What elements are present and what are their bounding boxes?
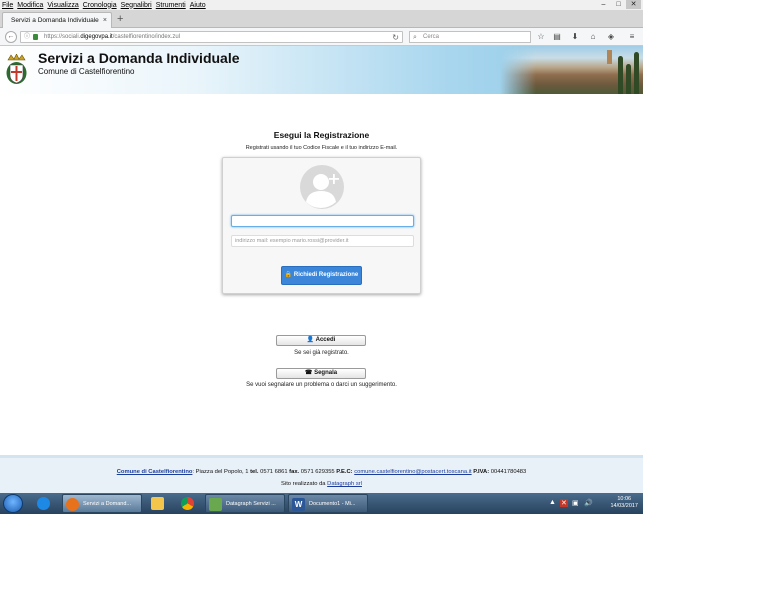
taskbar-label: Datagraph Servizi ... bbox=[226, 501, 276, 507]
windows-taskbar: Servizi a Domand... Datagraph Servizi ..… bbox=[0, 493, 643, 514]
file-explorer-icon[interactable] bbox=[145, 494, 171, 513]
menu-visualizza[interactable]: Visualizza bbox=[45, 2, 80, 9]
pec-link[interactable]: comune.castelfiorentino@postacert.toscan… bbox=[354, 469, 471, 475]
ie-glyph bbox=[37, 497, 50, 510]
menu-bar: File Modifica Visualizza Cronologia Segn… bbox=[0, 0, 643, 10]
word-icon: W bbox=[292, 498, 305, 511]
request-registration-button[interactable]: 🔒 Richiedi Registrazione bbox=[281, 266, 362, 285]
hamburger-menu-icon[interactable]: ≡ bbox=[626, 31, 638, 43]
report-button[interactable]: ☎ Segnala bbox=[276, 368, 366, 379]
footer-credit: Sito realizzato da Datagraph srl bbox=[0, 481, 643, 487]
town-photo bbox=[500, 46, 643, 94]
close-window-button[interactable]: ✕ bbox=[626, 0, 641, 9]
add-user-avatar-icon bbox=[300, 165, 344, 209]
search-icon: ⌕ bbox=[413, 34, 417, 41]
cypress-shape bbox=[634, 52, 639, 94]
firefox-icon bbox=[66, 498, 79, 511]
taskbar-label: Servizi a Domand... bbox=[83, 501, 131, 507]
comune-crest-icon bbox=[6, 54, 27, 84]
menu-strumenti[interactable]: Strumenti bbox=[154, 2, 188, 9]
comune-link[interactable]: Comune di Castelfiorentino bbox=[117, 469, 193, 475]
tab-close-icon[interactable]: × bbox=[103, 13, 107, 28]
home-icon[interactable]: ⌂ bbox=[587, 31, 599, 43]
chrome-glyph bbox=[181, 497, 194, 510]
reload-icon[interactable]: ↻ bbox=[392, 32, 399, 43]
codice-fiscale-input[interactable] bbox=[231, 215, 414, 227]
url-bar[interactable]: ⓘ https://sociali.digegovpa.it/castelfio… bbox=[20, 31, 403, 43]
maximize-button[interactable]: □ bbox=[611, 0, 626, 9]
tab-strip: Servizi a Domanda Individuale × + bbox=[0, 10, 643, 28]
tab-servizi[interactable]: Servizi a Domanda Individuale × bbox=[2, 12, 112, 28]
pec-label: P.E.C: bbox=[336, 469, 353, 475]
piva-label: P.IVA: bbox=[473, 469, 490, 475]
tray-flag-icon[interactable]: ✕ bbox=[560, 499, 568, 507]
fax-value: 0571 629355 bbox=[300, 469, 335, 475]
tab-title: Servizi a Domanda Individuale bbox=[11, 17, 99, 24]
registration-description: Registrati usando il tuo Codice Fiscale … bbox=[245, 145, 398, 151]
site-footer: Comune di Castelfiorentino: Piazza del P… bbox=[0, 455, 643, 493]
registration-card: 🔒 Richiedi Registrazione bbox=[222, 157, 421, 294]
search-placeholder: Cerca bbox=[423, 34, 440, 40]
pocket-icon[interactable]: ◈ bbox=[605, 31, 617, 43]
tray-network-icon[interactable]: ▣ bbox=[572, 499, 579, 507]
cypress-shape bbox=[618, 56, 623, 94]
window-controls: – □ ✕ bbox=[596, 0, 641, 9]
start-button[interactable] bbox=[3, 494, 23, 513]
footer-contacts: Comune di Castelfiorentino: Piazza del P… bbox=[0, 469, 643, 475]
lock-icon bbox=[33, 34, 38, 40]
reading-list-icon[interactable]: ▤ bbox=[551, 31, 563, 43]
bookmark-star-icon[interactable]: ☆ bbox=[535, 31, 547, 43]
internet-explorer-icon[interactable] bbox=[31, 494, 57, 513]
menu-file[interactable]: File bbox=[0, 2, 15, 9]
nav-bar: ← ⓘ https://sociali.digegovpa.it/castelf… bbox=[0, 28, 643, 46]
registration-title: Esegui la Registrazione bbox=[273, 130, 370, 140]
menu-segnalibri[interactable]: Segnalibri bbox=[119, 2, 154, 9]
info-icon[interactable]: ⓘ bbox=[24, 32, 30, 43]
new-tab-button[interactable]: + bbox=[117, 13, 123, 25]
clock-date: 14/03/2017 bbox=[610, 503, 638, 509]
tray-expand-icon[interactable]: ▲ bbox=[549, 499, 556, 506]
login-note: Se sei già registrato. bbox=[294, 350, 349, 356]
email-input[interactable] bbox=[231, 235, 414, 247]
piva-value: 00441780483 bbox=[490, 469, 527, 475]
taskbar-firefox-window[interactable]: Servizi a Domand... bbox=[62, 494, 142, 513]
back-button[interactable]: ← bbox=[5, 31, 17, 43]
site-header: Servizi a Domanda Individuale Comune di … bbox=[0, 46, 643, 94]
site-subtitle: Comune di Castelfiorentino bbox=[38, 67, 135, 76]
taskbar-word-window[interactable]: W Documento1 - Mi... bbox=[288, 494, 368, 513]
menu-modifica[interactable]: Modifica bbox=[15, 2, 45, 9]
menu-aiuto[interactable]: Aiuto bbox=[188, 2, 208, 9]
chrome-icon[interactable] bbox=[175, 494, 201, 513]
tray-volume-icon[interactable]: 🔊 bbox=[584, 499, 593, 507]
footer-address: : Piazza del Popolo, 1 bbox=[192, 469, 249, 475]
site-title: Servizi a Domanda Individuale bbox=[38, 50, 240, 66]
taskbar-datagraph-window[interactable]: Datagraph Servizi ... bbox=[205, 494, 285, 513]
search-bar[interactable]: ⌕ Cerca bbox=[409, 31, 531, 43]
screen: File Modifica Visualizza Cronologia Segn… bbox=[0, 0, 643, 514]
datagraph-link[interactable]: Datagraph srl bbox=[327, 481, 362, 487]
download-icon[interactable]: ⬇ bbox=[569, 31, 581, 43]
cypress-shape bbox=[626, 64, 631, 94]
tower-shape bbox=[607, 50, 612, 64]
system-tray: ▲ ✕ ▣ 🔊 10:06 14/03/2017 bbox=[546, 493, 643, 514]
report-note: Se vuoi segnalare un problema o darci un… bbox=[246, 382, 397, 388]
taskbar-label: Documento1 - Mi... bbox=[309, 501, 356, 507]
url-text: https://sociali.digegovpa.it/castelfiore… bbox=[44, 34, 181, 40]
menu-cronologia[interactable]: Cronologia bbox=[81, 2, 119, 9]
credit-prefix: Sito realizzato da bbox=[281, 481, 326, 487]
login-button[interactable]: 👤 Accedi bbox=[276, 335, 366, 346]
tel-value: 0571 6861 bbox=[260, 469, 288, 475]
minimize-button[interactable]: – bbox=[596, 0, 611, 9]
datagraph-app-icon bbox=[209, 498, 222, 511]
tel-label: tel. bbox=[250, 469, 259, 475]
fax-label: fax. bbox=[289, 469, 300, 475]
clock-time: 10:06 bbox=[617, 496, 632, 502]
folder-glyph bbox=[151, 497, 164, 510]
taskbar-clock[interactable]: 10:06 14/03/2017 bbox=[610, 496, 638, 510]
